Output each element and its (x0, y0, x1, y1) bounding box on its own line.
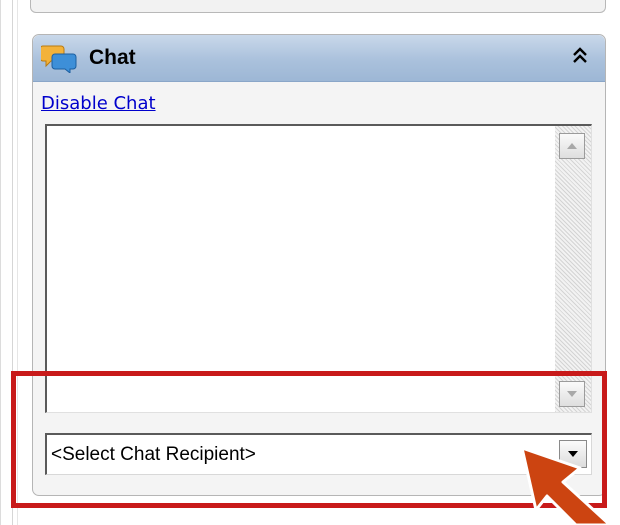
chat-bubbles-icon (39, 43, 77, 75)
scroll-up-button[interactable] (559, 133, 585, 159)
double-chevron-up-icon[interactable] (571, 45, 589, 67)
chat-panel: Chat Disable Chat <Select Chat Recipient… (32, 34, 606, 496)
page-gutter-line (17, 0, 18, 525)
scroll-down-button[interactable] (559, 381, 585, 407)
page-gutter-line (12, 0, 13, 525)
chat-panel-title: Chat (89, 46, 136, 69)
chat-panel-header[interactable]: Chat (33, 35, 605, 82)
chat-recipient-select[interactable]: <Select Chat Recipient> (45, 433, 592, 475)
previous-panel-bottom (30, 0, 606, 13)
annotation-pointer-arrow-icon (520, 446, 612, 525)
disable-chat-link[interactable]: Disable Chat (41, 93, 156, 114)
message-area-scrollbar[interactable] (555, 126, 591, 412)
chat-recipient-value: <Select Chat Recipient> (51, 444, 256, 465)
chat-message-area[interactable] (45, 124, 592, 413)
page-gutter-line (0, 0, 1, 525)
